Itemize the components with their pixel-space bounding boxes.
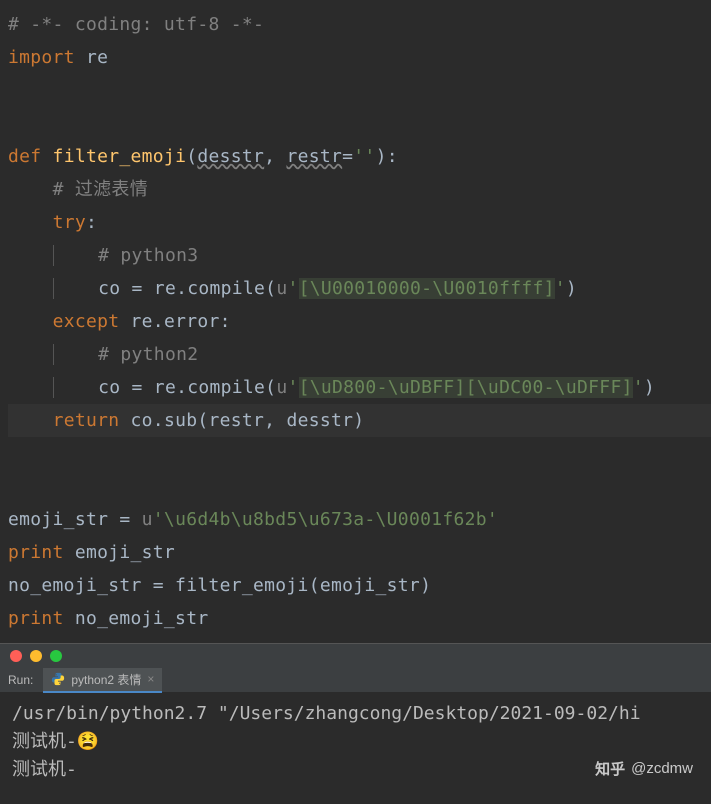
code-line: # 过滤表情 [8,173,711,206]
tab-close-icon[interactable]: × [147,672,154,686]
code-line: import re [8,41,711,74]
maximize-icon[interactable] [50,650,62,662]
run-tab-bar: Run: python2 表情 × [0,668,711,692]
code-line: try: [8,206,711,239]
code-line [8,74,711,107]
run-label: Run: [8,673,33,687]
code-line: return co.sub(restr, desstr) [8,404,711,437]
code-line: # python3 [8,239,711,272]
code-line: except re.error: [8,305,711,338]
code-line: print no_emoji_str [8,602,711,635]
tab-label: python2 表情 [71,671,141,688]
zhihu-logo-icon: 知乎 [595,758,625,779]
python-icon [51,672,65,686]
code-line: # python2 [8,338,711,371]
terminal-line: /usr/bin/python2.7 "/Users/zhangcong/Des… [12,700,699,728]
close-icon[interactable] [10,650,22,662]
code-line: # -*- coding: utf-8 -*- [8,8,711,41]
code-line [8,470,711,503]
watermark-handle: @zcdmw [631,760,693,777]
terminal-line: 测试机-😫 [12,728,699,756]
code-line: emoji_str = u'\u6d4b\u8bd5\u673a-\U0001f… [8,503,711,536]
code-line [8,107,711,140]
code-line: def filter_emoji(desstr, restr=''): [8,140,711,173]
code-line: print emoji_str [8,536,711,569]
code-line: co = re.compile(u'[\uD800-\uDBFF][\uDC00… [8,371,711,404]
code-line: no_emoji_str = filter_emoji(emoji_str) [8,569,711,602]
code-editor[interactable]: # -*- coding: utf-8 -*- import re def fi… [0,0,711,643]
code-line [8,437,711,470]
run-tab[interactable]: python2 表情 × [43,668,162,693]
window-controls [0,644,711,668]
watermark: 知乎 @zcdmw [595,758,693,779]
minimize-icon[interactable] [30,650,42,662]
code-line: co = re.compile(u'[\U00010000-\U0010ffff… [8,272,711,305]
